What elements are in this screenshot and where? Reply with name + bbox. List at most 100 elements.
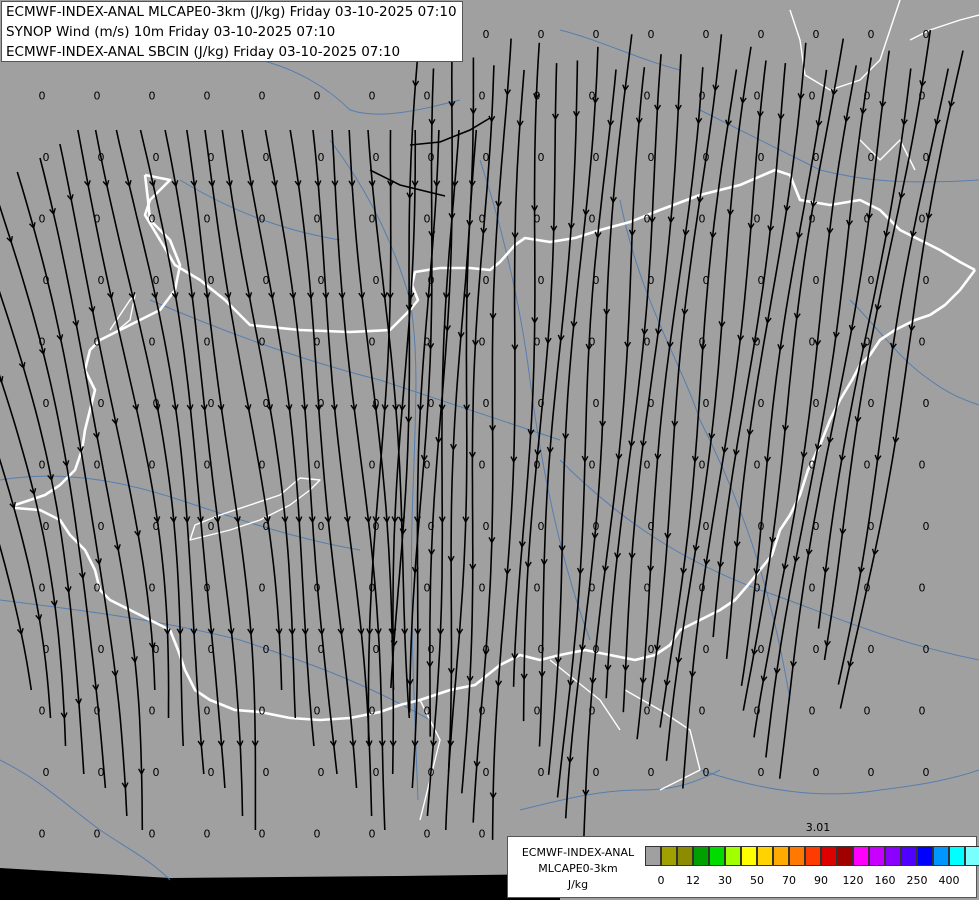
- cin-value-label: 0: [149, 705, 156, 718]
- cin-value-label: 0: [39, 828, 46, 841]
- cin-value-label: 0: [538, 766, 545, 779]
- cin-value-label: 0: [703, 274, 710, 287]
- cin-value-label: 0: [204, 213, 211, 226]
- cin-value-label: 0: [699, 459, 706, 472]
- legend-tick-label: 120: [842, 874, 864, 887]
- cin-value-label: 0: [204, 828, 211, 841]
- cin-value-label: 0: [758, 520, 765, 533]
- cin-value-label: 0: [644, 213, 651, 226]
- cin-value-label: 0: [919, 582, 926, 595]
- cin-value-label: 0: [919, 336, 926, 349]
- cin-value-label: 0: [208, 397, 215, 410]
- cin-value-label: 0: [589, 459, 596, 472]
- cin-value-label: 0: [648, 151, 655, 164]
- legend-swatch: [805, 846, 821, 866]
- cin-value-label: 0: [479, 336, 486, 349]
- legend-tick-label: 50: [750, 874, 764, 887]
- cin-value-label: 0: [589, 705, 596, 718]
- cin-value-label: 0: [314, 828, 321, 841]
- cin-value-label: 0: [373, 643, 380, 656]
- legend-swatch: [869, 846, 885, 866]
- cin-value-label: 0: [483, 274, 490, 287]
- cin-value-label: 0: [94, 828, 101, 841]
- cin-value-label: 0: [923, 520, 930, 533]
- cin-value-label: 0: [868, 28, 875, 41]
- cin-value-label: 0: [318, 889, 325, 900]
- cin-value-label: 0: [648, 397, 655, 410]
- cin-value-label: 0: [648, 766, 655, 779]
- cin-value-label: 0: [428, 520, 435, 533]
- info-line-mlcape: ECMWF-INDEX-ANAL MLCAPE0-3km (J/kg) Frid…: [6, 4, 457, 20]
- cin-value-label: 0: [923, 274, 930, 287]
- map-canvas[interactable]: 0 0 0 0 0 0 0 0 0 0 0 0 0 0 0 0 0 0 0 0 0 0 0 0 0 0 0 0 0 0 0 0 0 0 0 0 0 0 0 0…: [0, 0, 979, 900]
- legend-swatch: [837, 846, 853, 866]
- cin-value-label: 0: [373, 151, 380, 164]
- cin-value-label: 0: [483, 889, 490, 900]
- cin-value-label: 0: [204, 705, 211, 718]
- cin-value-label: 0: [314, 213, 321, 226]
- cin-value-label: 0: [318, 766, 325, 779]
- cin-value-label: 0: [754, 90, 761, 103]
- cin-value-label: 0: [208, 151, 215, 164]
- cin-value-label: 0: [923, 28, 930, 41]
- cin-value-label: 0: [534, 90, 541, 103]
- legend-swatch: [853, 846, 869, 866]
- cin-value-label: 0: [149, 828, 156, 841]
- cin-value-label: 0: [538, 520, 545, 533]
- cin-value-label: 0: [864, 705, 871, 718]
- cin-value-label: 0: [538, 397, 545, 410]
- cin-value-label: 0: [94, 459, 101, 472]
- cin-value-label: 0: [809, 90, 816, 103]
- cin-value-label: 0: [589, 90, 596, 103]
- cin-value-label: 0: [259, 336, 266, 349]
- cin-value-label: 0: [868, 397, 875, 410]
- cin-value-label: 0: [593, 397, 600, 410]
- cin-value-label: 0: [809, 582, 816, 595]
- cin-value-label: 0: [369, 213, 376, 226]
- cin-value-label: 0: [263, 520, 270, 533]
- cin-value-label: 0: [314, 336, 321, 349]
- cin-value-label: 0: [369, 828, 376, 841]
- cin-value-label: 0: [428, 766, 435, 779]
- cin-value-label: 0: [43, 766, 50, 779]
- cin-value-label: 0: [593, 151, 600, 164]
- cin-value-label: 0: [314, 582, 321, 595]
- cin-value-label: 0: [428, 274, 435, 287]
- cin-value-label: 0: [703, 766, 710, 779]
- legend-tick-label: 0: [657, 874, 665, 887]
- cin-value-label: 0: [479, 90, 486, 103]
- cin-value-label: 0: [149, 582, 156, 595]
- cin-value-label: 0: [39, 582, 46, 595]
- map-background: [0, 0, 979, 900]
- cin-value-label: 0: [263, 151, 270, 164]
- cin-value-label: 0: [428, 889, 435, 900]
- cin-value-label: 0: [369, 582, 376, 595]
- cin-value-label: 0: [758, 766, 765, 779]
- cin-value-label: 0: [208, 889, 215, 900]
- cin-value-label: 0: [153, 643, 160, 656]
- cin-value-label: 0: [864, 582, 871, 595]
- cin-value-label: 0: [43, 520, 50, 533]
- cin-value-label: 0: [479, 705, 486, 718]
- cin-value-label: 0: [98, 520, 105, 533]
- cin-value-label: 0: [809, 459, 816, 472]
- cin-value-label: 0: [39, 90, 46, 103]
- cin-value-label: 0: [39, 336, 46, 349]
- cin-value-label: 0: [483, 151, 490, 164]
- cin-value-label: 0: [479, 828, 486, 841]
- cin-value-label: 0: [758, 28, 765, 41]
- legend-swatch: [677, 846, 693, 866]
- cin-value-label: 0: [813, 151, 820, 164]
- cin-value-label: 0: [153, 889, 160, 900]
- legend-tick-label: 70: [782, 874, 796, 887]
- cin-value-label: 0: [589, 336, 596, 349]
- cin-value-label: 0: [263, 766, 270, 779]
- legend-title-source: ECMWF-INDEX-ANAL: [521, 846, 635, 859]
- cin-value-label: 0: [754, 705, 761, 718]
- cin-value-label: 0: [699, 336, 706, 349]
- cin-value-label: 0: [259, 213, 266, 226]
- cin-value-label: 0: [479, 213, 486, 226]
- cin-value-label: 0: [483, 520, 490, 533]
- cin-value-label: 0: [318, 520, 325, 533]
- cin-value-label: 0: [318, 151, 325, 164]
